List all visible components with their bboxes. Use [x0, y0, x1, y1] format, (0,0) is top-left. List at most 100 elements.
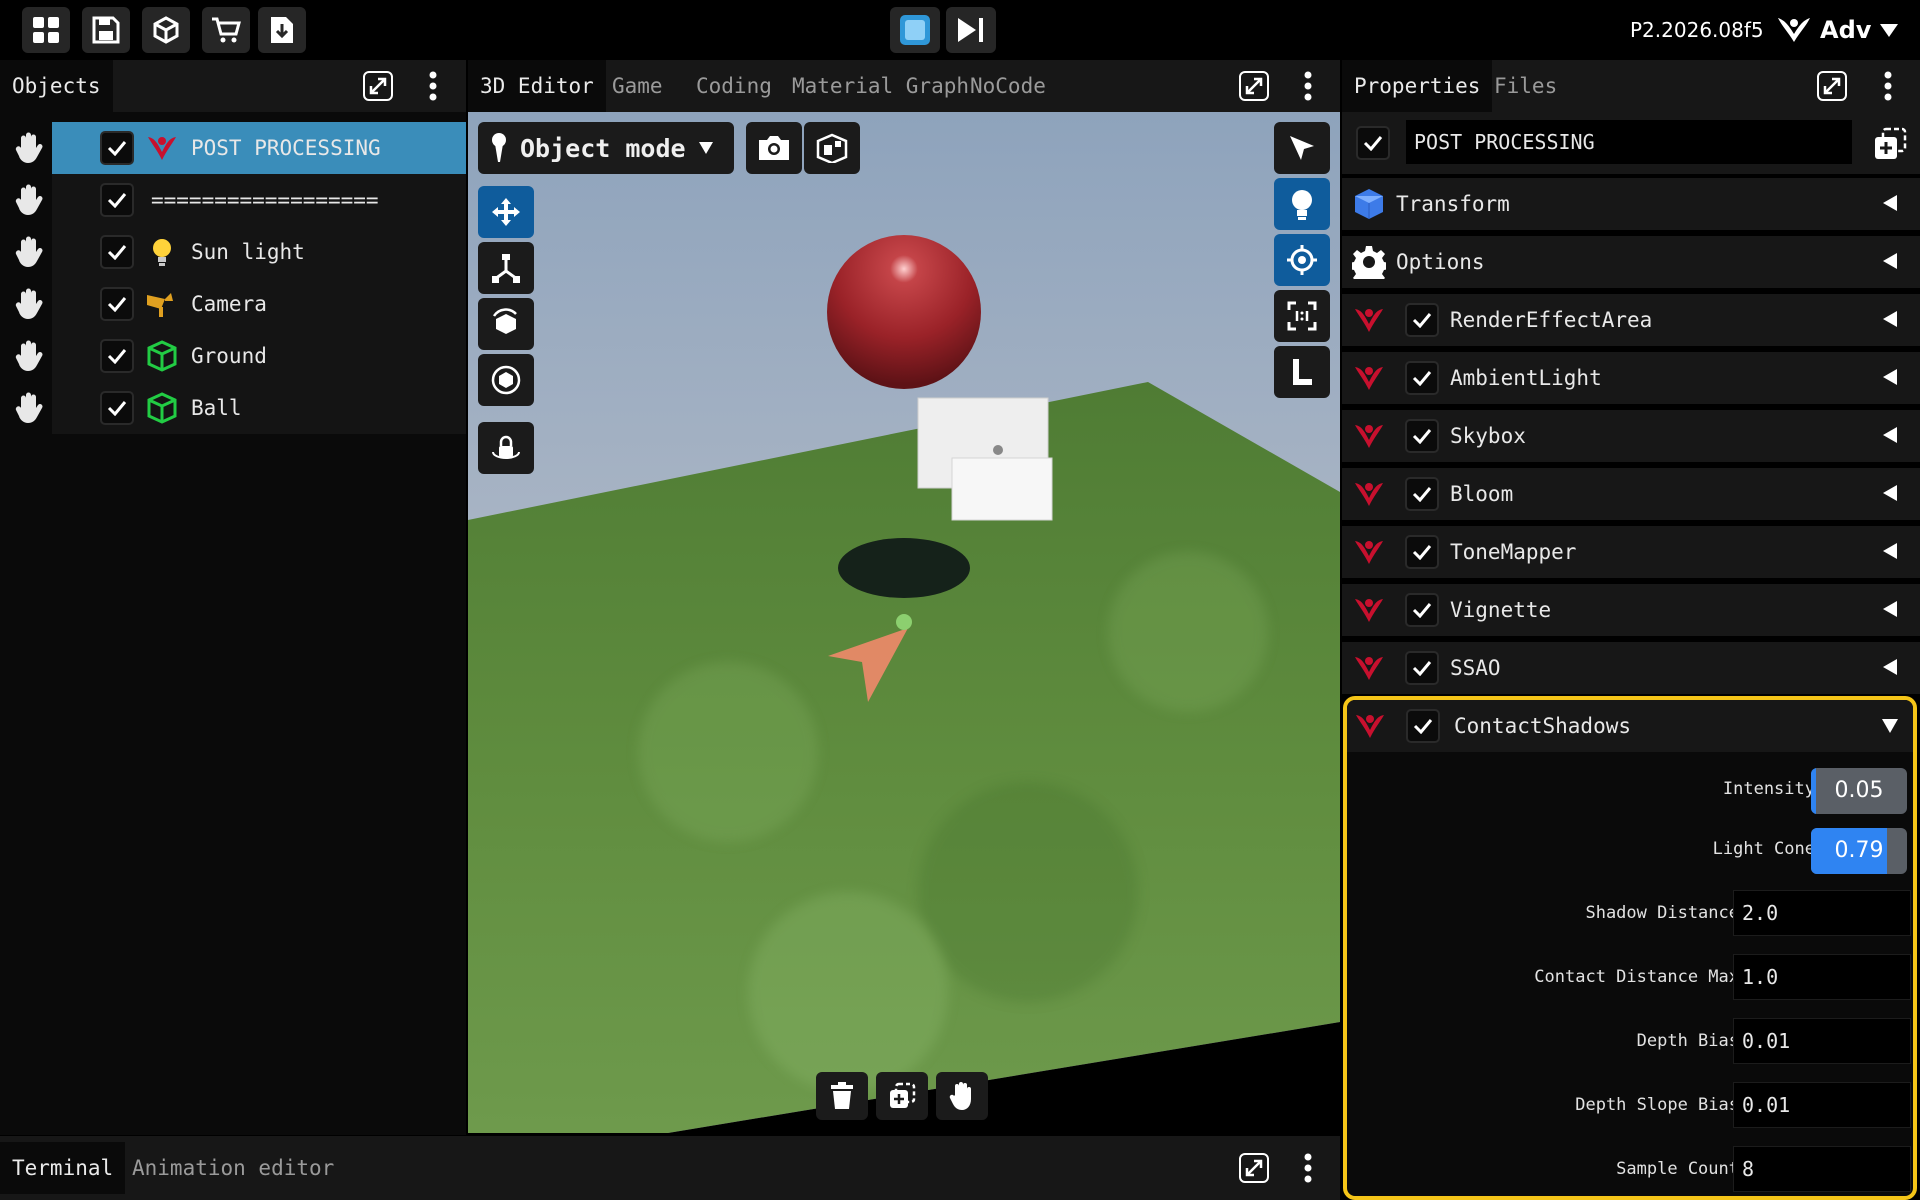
rotate-tool-button[interactable]: [478, 298, 534, 350]
screenshot-button[interactable]: [746, 122, 802, 174]
light-cone-slider[interactable]: 0.79: [1811, 828, 1907, 874]
object-enabled-checkbox[interactable]: [1356, 126, 1390, 160]
scale-tool-button[interactable]: [478, 242, 534, 294]
section-ssao[interactable]: SSAO: [1342, 642, 1920, 694]
section-transform[interactable]: Transform: [1342, 178, 1920, 230]
assets-button[interactable]: [142, 7, 190, 53]
section-enabled-checkbox[interactable]: [1405, 477, 1439, 511]
object-row[interactable]: Ball: [0, 382, 466, 434]
download-button[interactable]: [258, 7, 306, 53]
tab-nocode[interactable]: NoCode: [958, 60, 1058, 112]
object-visible-checkbox[interactable]: [100, 183, 134, 217]
maximize-button[interactable]: [360, 68, 396, 104]
object-row[interactable]: Ground: [0, 330, 466, 382]
transform-tool-button[interactable]: [478, 354, 534, 406]
triangle-left-icon[interactable]: [1882, 252, 1898, 270]
section-enabled-checkbox[interactable]: [1405, 303, 1439, 337]
section-enabled-checkbox[interactable]: [1405, 419, 1439, 453]
section-enabled-checkbox[interactable]: [1405, 651, 1439, 685]
maximize-button[interactable]: [1236, 68, 1272, 104]
section-enabled-checkbox[interactable]: [1405, 593, 1439, 627]
move-tool-button[interactable]: [478, 186, 534, 238]
shadow-distance-input[interactable]: 2.0: [1733, 890, 1911, 936]
user-menu[interactable]: Adv: [1776, 10, 1899, 50]
step-forward-button[interactable]: [946, 7, 996, 53]
object-visible-checkbox[interactable]: [100, 391, 134, 425]
object-name-input[interactable]: POST PROCESSING: [1406, 120, 1852, 164]
view-camera-button[interactable]: [804, 122, 860, 174]
tab-objects[interactable]: Objects: [0, 60, 113, 112]
post-processing-icon: [1352, 477, 1386, 511]
tab-terminal[interactable]: Terminal: [0, 1142, 126, 1194]
section-bloom[interactable]: Bloom: [1342, 468, 1920, 520]
section-ambientlight[interactable]: AmbientLight: [1342, 352, 1920, 404]
hand-icon[interactable]: [8, 234, 48, 270]
store-button[interactable]: [202, 7, 250, 53]
object-row[interactable]: ==================: [0, 174, 466, 226]
tab-files[interactable]: Files: [1482, 60, 1569, 112]
delete-button[interactable]: [816, 1072, 868, 1120]
apps-grid-button[interactable]: [22, 7, 70, 53]
pan-button[interactable]: [936, 1072, 988, 1120]
contact-distance-max-input[interactable]: 1.0: [1733, 954, 1911, 1000]
hand-icon[interactable]: [8, 338, 48, 374]
maximize-button[interactable]: [1814, 68, 1850, 104]
triangle-left-icon[interactable]: [1882, 600, 1898, 618]
object-visible-checkbox[interactable]: [100, 339, 134, 373]
save-button[interactable]: [82, 7, 130, 53]
lock-rotation-button[interactable]: [478, 422, 534, 474]
triangle-left-icon[interactable]: [1882, 368, 1898, 386]
stop-button[interactable]: [890, 7, 940, 53]
select-tool-button[interactable]: [1274, 122, 1330, 174]
collapse-arrow[interactable]: [1881, 718, 1899, 734]
section-options[interactable]: Options: [1342, 236, 1920, 288]
focus-target-button[interactable]: [1274, 234, 1330, 286]
tab-material-graph[interactable]: Material Graph: [780, 60, 981, 112]
panel-menu-button[interactable]: [1290, 68, 1326, 104]
contact-shadows-checkbox[interactable]: [1406, 709, 1440, 743]
contact-shadows-header[interactable]: ContactShadows: [1347, 700, 1913, 752]
triangle-left-icon[interactable]: [1882, 542, 1898, 560]
panel-menu-button[interactable]: [1290, 1150, 1326, 1186]
depth-bias-input[interactable]: 0.01: [1733, 1018, 1911, 1064]
section-skybox[interactable]: Skybox: [1342, 410, 1920, 462]
section-rendereffectarea[interactable]: RenderEffectArea: [1342, 294, 1920, 346]
tab-game[interactable]: Game: [600, 60, 675, 112]
sample-count-input[interactable]: 8: [1733, 1146, 1911, 1192]
hand-icon[interactable]: [8, 286, 48, 322]
depth-slope-bias-input[interactable]: 0.01: [1733, 1082, 1911, 1128]
hand-icon[interactable]: [8, 182, 48, 218]
hand-icon[interactable]: [8, 390, 48, 426]
panel-menu-button[interactable]: [1870, 68, 1906, 104]
add-component-button[interactable]: [1870, 124, 1910, 164]
lighting-toggle-button[interactable]: [1274, 178, 1330, 230]
object-row[interactable]: Camera: [0, 278, 466, 330]
triangle-left-icon[interactable]: [1882, 310, 1898, 328]
object-visible-checkbox[interactable]: [100, 287, 134, 321]
actual-size-button[interactable]: [1274, 290, 1330, 342]
object-row[interactable]: POST PROCESSING: [0, 122, 466, 174]
tab-coding[interactable]: Coding: [684, 60, 784, 112]
triangle-left-icon[interactable]: [1882, 484, 1898, 502]
hand-icon[interactable]: [8, 130, 48, 166]
section-tonemapper[interactable]: ToneMapper: [1342, 526, 1920, 578]
panel-menu-button[interactable]: [415, 68, 451, 104]
3d-viewport-canvas[interactable]: Object mode: [468, 112, 1340, 1133]
intensity-slider[interactable]: 0.05: [1811, 768, 1907, 814]
triangle-left-icon[interactable]: [1882, 194, 1898, 212]
duplicate-button[interactable]: [876, 1072, 928, 1120]
object-visible-checkbox[interactable]: [100, 131, 134, 165]
object-row[interactable]: Sun light: [0, 226, 466, 278]
tab-properties[interactable]: Properties: [1342, 60, 1493, 112]
object-mode-dropdown[interactable]: Object mode: [478, 122, 734, 174]
object-visible-checkbox[interactable]: [100, 235, 134, 269]
triangle-left-icon[interactable]: [1882, 658, 1898, 676]
section-vignette[interactable]: Vignette: [1342, 584, 1920, 636]
local-space-button[interactable]: [1274, 346, 1330, 398]
section-enabled-checkbox[interactable]: [1405, 361, 1439, 395]
tab-3d-editor[interactable]: 3D Editor: [468, 60, 606, 112]
maximize-button[interactable]: [1236, 1150, 1272, 1186]
triangle-left-icon[interactable]: [1882, 426, 1898, 444]
tab-animation-editor[interactable]: Animation editor: [120, 1142, 346, 1194]
section-enabled-checkbox[interactable]: [1405, 535, 1439, 569]
